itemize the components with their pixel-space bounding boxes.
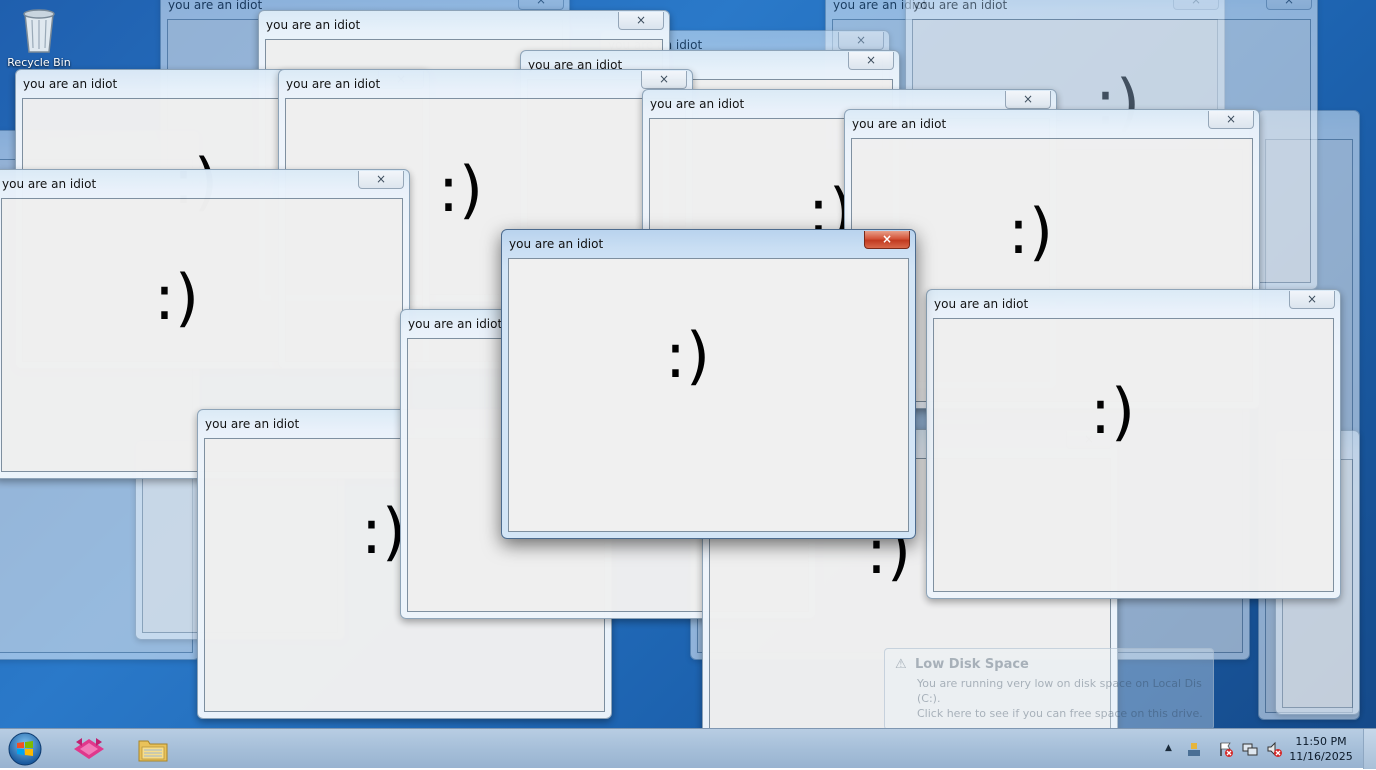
window-client-area: :)	[933, 318, 1334, 592]
notification-text: (C:).	[917, 692, 941, 705]
system-clock[interactable]: 11:50 PM 11/16/2025	[1286, 734, 1356, 764]
smiley-text: :)	[154, 261, 200, 334]
warning-icon: ⚠	[895, 657, 907, 672]
clock-time: 11:50 PM	[1295, 735, 1347, 748]
taskbar: ▲ 11:50 PM 11/16/2025	[0, 728, 1376, 769]
taskbar-app-pink[interactable]	[72, 732, 106, 766]
close-button[interactable]: ×	[618, 12, 664, 30]
close-button[interactable]: ×	[358, 171, 404, 189]
window-titlebar[interactable]: you are an idiot ×	[845, 110, 1259, 138]
window-title: you are an idiot	[934, 297, 1029, 311]
popup-window[interactable]: you are an idiot × :)	[926, 289, 1341, 599]
close-button[interactable]: ×	[1005, 91, 1051, 109]
desktop[interactable]: Recycle Bin you are an idiot × you are a…	[0, 0, 1376, 728]
close-button[interactable]: ×	[864, 231, 910, 249]
window-title: you are an idiot	[408, 317, 503, 331]
volume-muted-icon[interactable]	[1266, 741, 1282, 757]
window-client-area: :)	[508, 258, 909, 532]
close-button[interactable]: ×	[1208, 111, 1254, 129]
network-disconnected-icon[interactable]	[1242, 741, 1258, 757]
notification-text: You are running very low on disk space o…	[917, 677, 1202, 690]
window-title: you are an idiot	[266, 18, 361, 32]
window-title: you are an idiot	[168, 0, 263, 12]
clock-date: 11/16/2025	[1289, 750, 1353, 763]
window-title: you are an idiot	[913, 0, 1008, 12]
smiley-text: :)	[1008, 195, 1054, 268]
close-button[interactable]: ×	[1266, 0, 1312, 10]
close-button[interactable]: ×	[848, 52, 894, 70]
window-titlebar[interactable]: you are an idiot ×	[906, 0, 1317, 19]
show-desktop-button[interactable]	[1363, 729, 1376, 769]
window-title: you are an idiot	[205, 417, 300, 431]
smiley-text: :)	[1090, 375, 1136, 448]
desktop-icon-recycle-bin[interactable]: Recycle Bin	[4, 6, 74, 69]
window-titlebar[interactable]: you are an idiot ×	[0, 170, 409, 198]
window-title: you are an idiot	[509, 237, 604, 251]
window-title: you are an idiot	[2, 177, 97, 191]
tray-expand-arrow[interactable]: ▲	[1165, 743, 1172, 753]
window-titlebar[interactable]: you are an idiot ×	[502, 230, 915, 258]
close-button[interactable]: ×	[1289, 291, 1335, 309]
popup-window-active[interactable]: you are an idiot × :)	[501, 229, 916, 539]
action-center-flag-icon[interactable]	[1218, 741, 1234, 757]
recycle-bin-icon	[23, 9, 55, 53]
notification-text: Click here to see if you can free space …	[917, 707, 1203, 720]
start-button[interactable]	[8, 732, 42, 766]
close-button[interactable]: ×	[518, 0, 564, 10]
window-titlebar[interactable]: you are an idiot ×	[279, 70, 692, 98]
smiley-text: :)	[438, 153, 484, 226]
window-title: you are an idiot	[286, 77, 381, 91]
window-title: you are an idiot	[650, 97, 745, 111]
close-button[interactable]: ×	[641, 71, 687, 89]
low-disk-space-notification[interactable]: ⚠ Low Disk Space You are running very lo…	[884, 648, 1214, 728]
windows-logo-icon	[8, 732, 42, 766]
folder-icon	[138, 740, 168, 762]
pink-app-icon	[74, 738, 104, 759]
window-titlebar[interactable]: you are an idiot ×	[259, 11, 669, 39]
taskbar-explorer[interactable]	[136, 732, 170, 766]
network-icon[interactable]	[1186, 741, 1202, 757]
smiley-text: :)	[665, 319, 711, 392]
close-button[interactable]: ×	[838, 32, 884, 50]
window-titlebar[interactable]: you are an idiot ×	[927, 290, 1340, 318]
window-title: you are an idiot	[852, 117, 947, 131]
desktop-icon-label: Recycle Bin	[7, 56, 71, 69]
window-title: you are an idiot	[23, 77, 118, 91]
notification-title: Low Disk Space	[915, 657, 1029, 672]
